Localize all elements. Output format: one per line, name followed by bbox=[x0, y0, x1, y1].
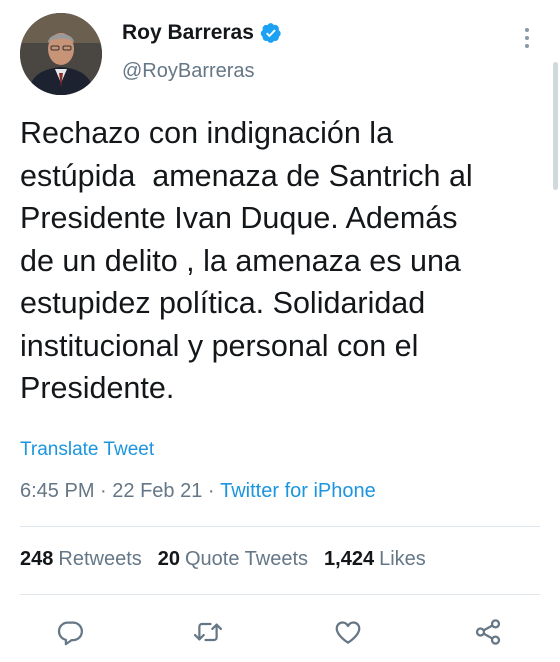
quote-tweets-stat[interactable]: 20 Quote Tweets bbox=[158, 548, 308, 571]
quote-tweets-count: 20 bbox=[157, 548, 180, 570]
avatar[interactable] bbox=[20, 13, 102, 95]
tweet-actions bbox=[0, 612, 560, 652]
tweet-stats: 248 Retweets 20 Quote Tweets 1,424 Likes bbox=[20, 548, 426, 571]
user-handle[interactable]: @RoyBarreras bbox=[122, 60, 255, 83]
likes-stat[interactable]: 1,424 Likes bbox=[324, 548, 426, 571]
divider bbox=[20, 526, 540, 527]
retweets-stat[interactable]: 248 Retweets bbox=[20, 548, 142, 571]
reply-button[interactable] bbox=[50, 612, 90, 652]
like-button[interactable] bbox=[328, 612, 368, 652]
name-row: Roy Barreras bbox=[122, 21, 282, 45]
tweet-source-link[interactable]: Twitter for iPhone bbox=[220, 480, 376, 503]
tweet-time: 6:45 PM bbox=[20, 480, 95, 502]
verified-badge-icon bbox=[260, 23, 281, 43]
tweet-text: Rechazo con indignación la estúpida amen… bbox=[20, 116, 473, 405]
scrollbar[interactable] bbox=[553, 62, 558, 190]
tweet-date: 22 Feb 21 bbox=[112, 480, 203, 502]
tweet-meta: 6:45 PM · 22 Feb 21 · Twitter for iPhone bbox=[20, 480, 376, 503]
reply-icon bbox=[57, 621, 83, 646]
quote-tweets-label: Quote Tweets bbox=[185, 548, 309, 570]
meta-separator: · bbox=[202, 480, 221, 502]
likes-label: Likes bbox=[379, 548, 426, 570]
tweet-header: Roy Barreras @RoyBarreras bbox=[0, 0, 560, 110]
translate-tweet-link[interactable]: Translate Tweet bbox=[20, 439, 154, 461]
more-options-icon[interactable] bbox=[512, 23, 542, 53]
display-name[interactable]: Roy Barreras bbox=[122, 21, 254, 45]
divider bbox=[20, 594, 540, 595]
profile-photo-icon bbox=[20, 13, 102, 95]
like-icon bbox=[335, 621, 361, 644]
retweets-label: Retweets bbox=[58, 548, 142, 570]
retweets-count: 248 bbox=[20, 548, 54, 570]
retweet-icon bbox=[193, 622, 223, 642]
likes-count: 1,424 bbox=[324, 548, 375, 570]
retweet-button[interactable] bbox=[188, 612, 228, 652]
meta-separator: · bbox=[94, 480, 113, 502]
share-button[interactable] bbox=[468, 612, 508, 652]
share-icon bbox=[475, 619, 501, 645]
